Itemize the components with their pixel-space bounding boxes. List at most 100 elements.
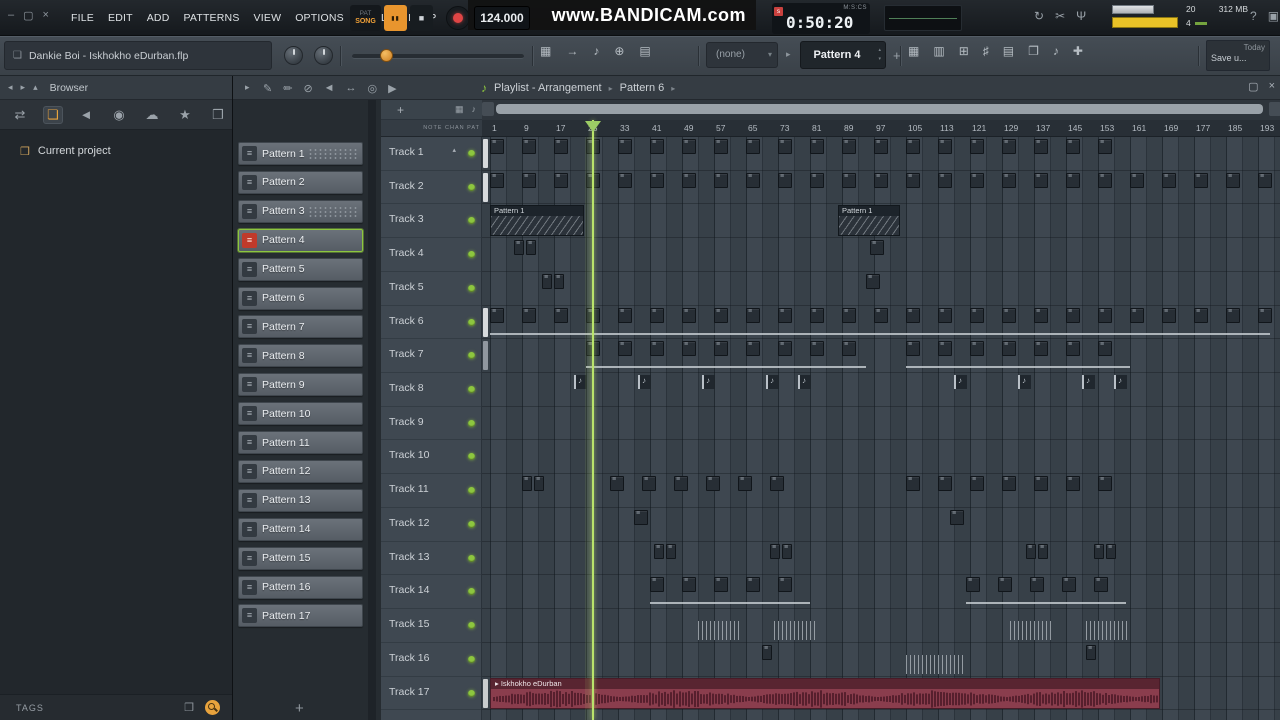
channel-rack-icon[interactable]: ⊞ — [959, 44, 969, 58]
pattern-clip[interactable]: ≡ — [1062, 577, 1076, 593]
spinner-down-icon[interactable]: ▾ — [878, 55, 881, 64]
track-header-6[interactable]: Track 6 — [381, 306, 481, 340]
pattern-clip[interactable]: ≡ — [666, 543, 676, 559]
pattern-clip[interactable]: ≡ — [746, 577, 760, 593]
pattern-clip[interactable]: ≡ — [650, 172, 664, 188]
step-edit-icon[interactable]: ▦ — [540, 44, 551, 58]
pattern-clip[interactable]: ≡ — [782, 543, 792, 559]
playlist-maximize-button[interactable]: ▢ — [1248, 80, 1258, 93]
pattern-clip[interactable]: ≡ — [1066, 476, 1080, 492]
metronome-icon[interactable]: ♪ — [593, 44, 599, 58]
pattern-clip[interactable]: ≡ — [522, 476, 532, 492]
pattern-item-2[interactable]: ≡ Pattern 2 — [238, 170, 363, 194]
browser-toggle-icon[interactable]: ▤ — [1003, 44, 1014, 58]
pattern-clip[interactable]: ≡ — [938, 476, 952, 492]
grid-view-icon[interactable]: ▦ — [455, 104, 464, 115]
time-display[interactable]: s M:S:CS 0:50:20 — [772, 3, 870, 34]
pattern-item-14[interactable]: ≡ Pattern 14 — [238, 517, 363, 541]
pattern-clip[interactable]: ≡ — [490, 139, 504, 154]
note-clip[interactable]: ♪ — [1114, 375, 1127, 390]
note-clip[interactable]: ♪ — [638, 375, 651, 390]
pattern-clip[interactable]: ≡ — [706, 476, 720, 492]
stem-clip[interactable] — [1086, 621, 1128, 641]
pattern-spinner[interactable]: ▴ ▾ — [878, 46, 881, 64]
draw-tool-icon[interactable]: ✎ — [263, 82, 272, 95]
pattern-item-7[interactable]: ≡ Pattern 7 — [238, 315, 363, 339]
pattern-clip[interactable]: ≡ — [650, 307, 664, 323]
pattern-clip[interactable]: ≡ — [1034, 341, 1048, 357]
pattern-clip[interactable]: ≡ — [1162, 307, 1176, 323]
pattern-clip[interactable]: ≡ — [1066, 307, 1080, 323]
pattern-clip[interactable]: ≡ — [542, 273, 552, 289]
track-mute-led[interactable] — [468, 183, 475, 191]
slip-tool-icon[interactable]: ↔ — [346, 82, 357, 94]
browser-forward-icon[interactable]: ▸ — [21, 82, 26, 93]
pattern-clip[interactable]: ≡ — [682, 577, 696, 593]
pattern-clip[interactable]: ≡ — [522, 307, 536, 323]
pattern-clip[interactable]: ≡ — [970, 139, 984, 154]
note-view-icon[interactable]: ♪ — [472, 104, 477, 115]
pattern-clip[interactable]: ≡ — [1162, 172, 1176, 188]
pattern-clip[interactable]: ≡ — [682, 139, 696, 154]
pattern-clip[interactable]: ≡ — [1034, 307, 1048, 323]
pattern-clip[interactable]: ≡ — [618, 139, 632, 154]
pattern-clip[interactable]: ≡ — [1094, 577, 1108, 593]
stem-clip[interactable] — [906, 654, 964, 674]
pattern-clip[interactable]: ≡ — [650, 341, 664, 357]
save-icon[interactable]: ▣ — [1268, 9, 1279, 23]
pattern-clip[interactable]: ≡ — [906, 139, 920, 154]
cut-icon[interactable]: ✂ — [1055, 9, 1065, 23]
pattern-clip[interactable]: ≡ — [682, 341, 696, 357]
pattern-clip[interactable]: ≡ — [906, 307, 920, 323]
sync-icon[interactable]: ↻ — [1034, 9, 1044, 23]
pattern-item-10[interactable]: ≡ Pattern 10 — [238, 402, 363, 426]
track-mute-led[interactable] — [468, 352, 475, 360]
pattern-item-15[interactable]: ≡ Pattern 15 — [238, 546, 363, 570]
scrollbar-thumb[interactable] — [496, 104, 1263, 114]
track-header-2[interactable]: Track 2 — [381, 171, 481, 205]
track-mute-led[interactable] — [468, 318, 475, 326]
stem-clip[interactable] — [1010, 621, 1052, 641]
pattern-clip[interactable]: ≡ — [1034, 172, 1048, 188]
audio-preview-icon[interactable]: ◄ — [76, 107, 96, 122]
menu-file[interactable]: FILE — [64, 12, 101, 24]
pattern-clip[interactable]: ≡ — [682, 172, 696, 188]
track-mute-led[interactable] — [468, 622, 475, 630]
track-lane-14[interactable]: ≡ ≡ ≡ ≡ ≡ ≡ ≡ ≡ ≡ ≡ — [482, 575, 1280, 610]
playlist-close-button[interactable]: × — [1269, 80, 1275, 93]
track-header-18[interactable]: Track 18 — [381, 710, 481, 720]
pattern-clip[interactable]: ≡ — [1130, 307, 1144, 323]
pattern-clip[interactable]: ≡ — [650, 577, 664, 593]
playhead-marker[interactable] — [585, 121, 601, 132]
track-lane-16[interactable]: ≡ ≡ — [482, 643, 1280, 677]
master-pitch-slider[interactable] — [352, 49, 524, 62]
pattern-clip[interactable]: ≡ — [874, 307, 888, 323]
pattern-clip[interactable]: ≡ — [998, 577, 1012, 593]
help-icon[interactable]: ? — [1250, 9, 1257, 23]
track-header-11[interactable]: Track 11 — [381, 474, 481, 508]
track-mute-led[interactable] — [468, 150, 475, 157]
project-title-box[interactable]: ❏ Dankie Boi - Iskhokho eDurban.flp — [4, 41, 272, 70]
track-lane-12[interactable]: ≡ ≡ — [482, 508, 1280, 542]
pattern-clip[interactable]: ≡ — [554, 172, 568, 188]
pattern-clip[interactable]: ≡ — [1002, 307, 1016, 323]
pattern-selector[interactable]: Pattern 4 ▴ ▾ — [800, 41, 886, 69]
track-header-16[interactable]: Track 16 — [381, 643, 481, 677]
pattern-clip[interactable]: ≡ — [746, 341, 760, 357]
stem-clip[interactable] — [774, 621, 816, 641]
pattern-clip[interactable]: ≡ — [714, 341, 728, 357]
playlist-subtitle[interactable]: Pattern 6 — [620, 82, 665, 94]
pattern-clip[interactable]: ≡ — [650, 139, 664, 154]
track-lane-6[interactable]: ≡ ≡ ≡ ≡ ≡ ≡ ≡ ≡ ≡ ≡ ≡ ≡ ≡ ≡ ≡ ≡ ≡ ≡ ≡ ≡ ≡ ≡ ≡ ≡ ≡ — [482, 306, 1280, 340]
track-mute-led[interactable] — [468, 251, 475, 259]
zoom-tool-icon[interactable]: ◎ — [368, 82, 378, 95]
pat-song-switch[interactable]: PAT SONG — [350, 5, 381, 31]
track-lane-17[interactable]: ▸ Iskhokho eDurban — [482, 677, 1280, 711]
pattern-item-8[interactable]: ≡ Pattern 8 — [238, 344, 363, 368]
pattern-clip[interactable]: ≡ — [1030, 577, 1044, 593]
pattern-clip[interactable]: ≡ — [1098, 341, 1112, 357]
playlist-horizontal-scrollbar[interactable] — [482, 100, 1280, 120]
pattern-clip[interactable]: ≡ — [522, 139, 536, 154]
pattern-clip[interactable]: ≡ — [842, 172, 856, 188]
volume-knob[interactable] — [314, 46, 333, 65]
